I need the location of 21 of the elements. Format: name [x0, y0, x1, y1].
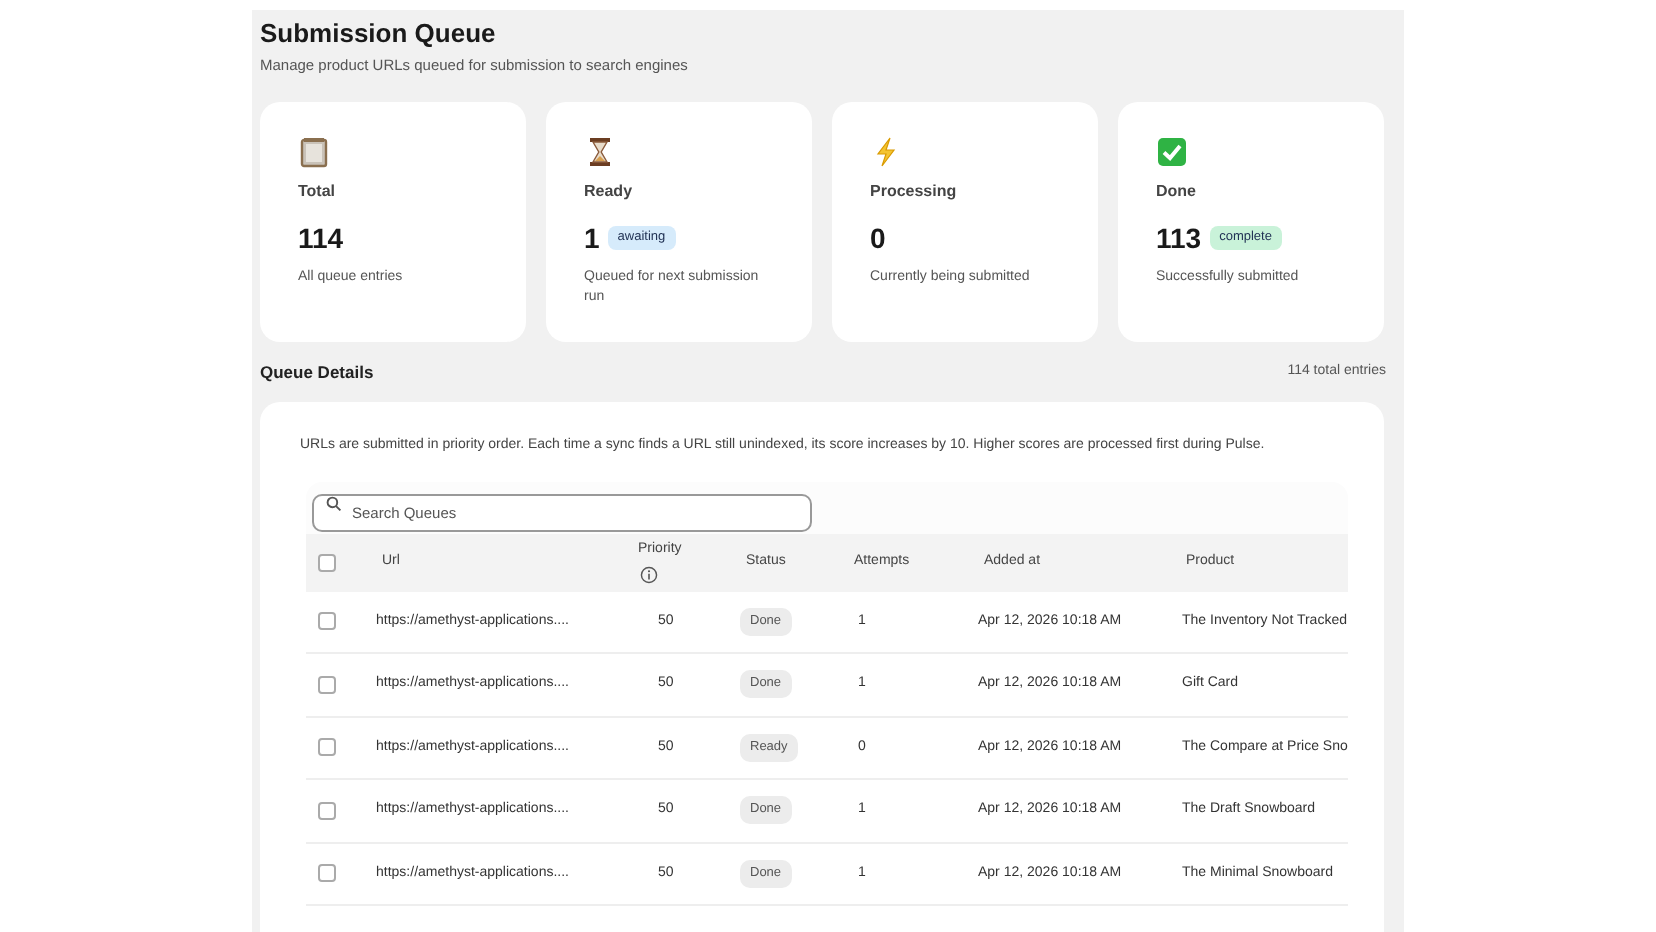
stat-value: 0	[870, 222, 886, 255]
stat-value: 114	[298, 222, 344, 255]
stat-label: Done	[1156, 180, 1198, 205]
page-title: Submission Queue	[260, 18, 498, 50]
stat-value: 113	[1156, 222, 1202, 255]
row-checkbox[interactable]	[318, 612, 336, 631]
row-checkbox[interactable]	[318, 738, 336, 757]
select-all-checkbox[interactable]	[318, 553, 336, 571]
checkmark-icon	[1156, 136, 1188, 169]
stat-label: Total	[298, 180, 338, 205]
section-title: Queue Details	[260, 360, 374, 386]
hourglass-icon	[584, 136, 616, 169]
row-checkbox[interactable]	[318, 801, 336, 820]
stat-value: 1	[584, 222, 600, 255]
stat-label: Processing	[870, 180, 959, 205]
info-icon	[640, 565, 658, 584]
row-checkbox[interactable]	[318, 675, 336, 694]
clipboard-icon	[298, 136, 330, 169]
search-icon	[326, 496, 342, 512]
stat-label: Ready	[584, 180, 635, 205]
row-checkbox[interactable]	[318, 864, 336, 883]
